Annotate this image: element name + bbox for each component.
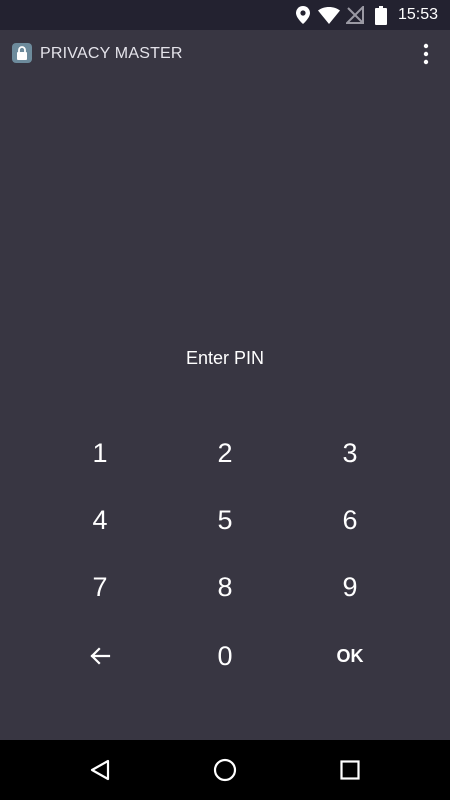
key-4[interactable]: 4 (40, 492, 160, 548)
home-circle-icon[interactable] (195, 740, 255, 800)
status-time: 15:53 (397, 6, 438, 23)
key-7[interactable]: 7 (40, 559, 160, 615)
wifi-icon (316, 0, 342, 30)
ok-key[interactable]: OK (290, 628, 410, 684)
status-icons: 15:53 (290, 0, 450, 30)
navigation-bar (0, 740, 450, 800)
backspace-key[interactable] (40, 628, 160, 684)
back-triangle-icon[interactable] (70, 740, 130, 800)
location-icon (290, 0, 316, 30)
more-vert-icon[interactable] (414, 40, 438, 68)
app-title: PRIVACY MASTER (40, 45, 183, 62)
status-bar: 15:53 (0, 0, 450, 30)
recents-square-icon[interactable] (320, 740, 380, 800)
app-bar: PRIVACY MASTER (0, 30, 450, 78)
pin-prompt: Enter PIN (185, 348, 265, 368)
arrow-left-icon (89, 647, 111, 665)
key-1[interactable]: 1 (40, 425, 160, 481)
key-6[interactable]: 6 (290, 492, 410, 548)
key-3[interactable]: 3 (290, 425, 410, 481)
key-9[interactable]: 9 (290, 559, 410, 615)
app-screen: PRIVACY MASTER Enter PIN 1 2 3 4 5 6 7 8… (0, 30, 450, 740)
key-2[interactable]: 2 (165, 425, 285, 481)
no-signal-icon (342, 0, 368, 30)
key-5[interactable]: 5 (165, 492, 285, 548)
key-8[interactable]: 8 (165, 559, 285, 615)
lock-icon (12, 43, 32, 63)
battery-icon (368, 0, 394, 30)
key-0[interactable]: 0 (165, 628, 285, 684)
